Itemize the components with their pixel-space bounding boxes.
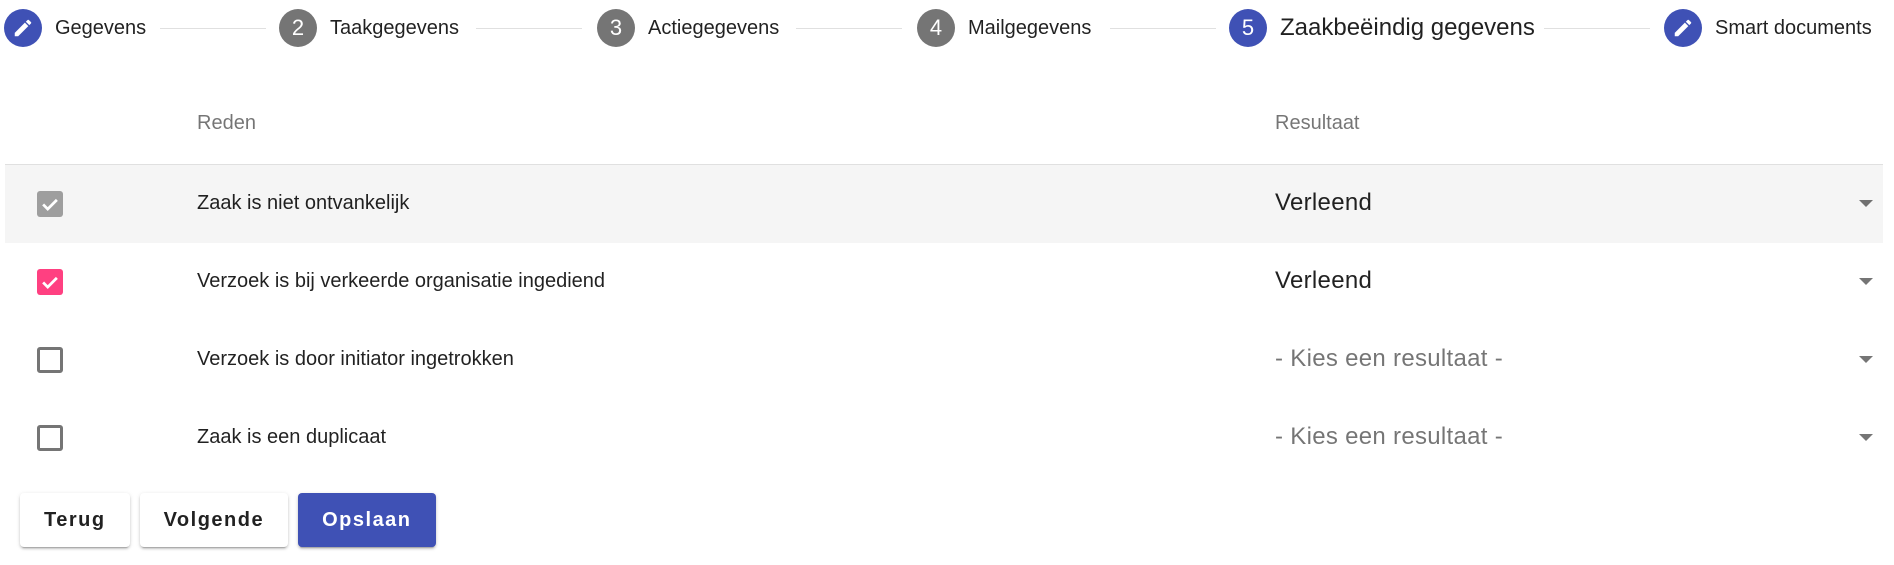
step-label: Smart documents	[1715, 16, 1872, 39]
result-select[interactable]: - Kies een resultaat -	[1275, 321, 1883, 399]
save-button[interactable]: Opslaan	[298, 493, 436, 547]
stepper: Gegevens 2 Taakgegevens 3 Actiegegevens …	[0, 0, 1894, 56]
step-number: 5	[1229, 9, 1267, 47]
table-row: Verzoek is door initiator ingetrokken - …	[5, 321, 1883, 399]
dropdown-arrow-icon	[1859, 356, 1873, 363]
reasons-table: Reden Resultaat Zaak is niet ontvankelij…	[5, 84, 1883, 477]
step-mailgegevens[interactable]: 4 Mailgegevens	[917, 8, 1091, 48]
stepper-connector	[796, 28, 902, 29]
pencil-icon	[4, 9, 42, 47]
step-gegevens[interactable]: Gegevens	[4, 8, 146, 48]
step-number: 3	[597, 9, 635, 47]
result-select[interactable]: - Kies een resultaat -	[1275, 399, 1883, 477]
result-select[interactable]: Verleend	[1275, 165, 1883, 243]
row-checkbox[interactable]	[37, 191, 63, 217]
dropdown-arrow-icon	[1859, 278, 1873, 285]
step-label: Gegevens	[55, 16, 147, 39]
column-header-reden: Reden	[197, 112, 256, 134]
dropdown-arrow-icon	[1859, 200, 1873, 207]
table-row: Verzoek is bij verkeerde organisatie ing…	[5, 243, 1883, 321]
step-number: 4	[917, 9, 955, 47]
dropdown-arrow-icon	[1859, 434, 1873, 441]
row-checkbox[interactable]	[37, 425, 63, 451]
result-select-placeholder: - Kies een resultaat -	[1275, 423, 1504, 450]
step-actiegegevens[interactable]: 3 Actiegegevens	[597, 8, 779, 48]
check-icon	[42, 276, 58, 289]
stepper-connector	[160, 28, 266, 29]
result-select-value: Verleend	[1275, 189, 1373, 216]
reason-text: Verzoek is door initiator ingetrokken	[197, 348, 514, 370]
row-checkbox[interactable]	[37, 269, 63, 295]
check-icon	[42, 198, 58, 211]
step-zaakbeeindig-gegevens[interactable]: 5 Zaakbeëindig gegevens	[1229, 8, 1535, 48]
step-number: 2	[279, 9, 317, 47]
step-taakgegevens[interactable]: 2 Taakgegevens	[279, 8, 459, 48]
step-label: Mailgegevens	[968, 16, 1092, 39]
result-select-value: Verleend	[1275, 267, 1373, 294]
next-button[interactable]: Volgende	[139, 493, 289, 547]
table-row: Zaak is niet ontvankelijk Verleend	[5, 165, 1883, 243]
form-actions: Terug Volgende Opslaan	[20, 493, 436, 547]
stepper-connector	[1110, 28, 1216, 29]
step-label: Taakgegevens	[330, 16, 459, 39]
stepper-connector	[1544, 28, 1650, 29]
table-row: Zaak is een duplicaat - Kies een resulta…	[5, 399, 1883, 477]
back-button[interactable]: Terug	[20, 493, 130, 547]
result-select-placeholder: - Kies een resultaat -	[1275, 345, 1504, 372]
result-select[interactable]: Verleend	[1275, 243, 1883, 321]
pencil-icon	[1664, 9, 1702, 47]
step-smart-documents[interactable]: Smart documents	[1664, 8, 1872, 48]
step-label: Actiegegevens	[648, 16, 780, 39]
column-header-resultaat: Resultaat	[1275, 112, 1360, 134]
reason-text: Zaak is niet ontvankelijk	[197, 192, 410, 214]
stepper-connector	[476, 28, 582, 29]
table-header: Reden Resultaat	[5, 84, 1883, 165]
reason-text: Zaak is een duplicaat	[197, 426, 387, 448]
step-label: Zaakbeëindig gegevens	[1280, 14, 1535, 41]
reason-text: Verzoek is bij verkeerde organisatie ing…	[197, 270, 606, 292]
row-checkbox[interactable]	[37, 347, 63, 373]
